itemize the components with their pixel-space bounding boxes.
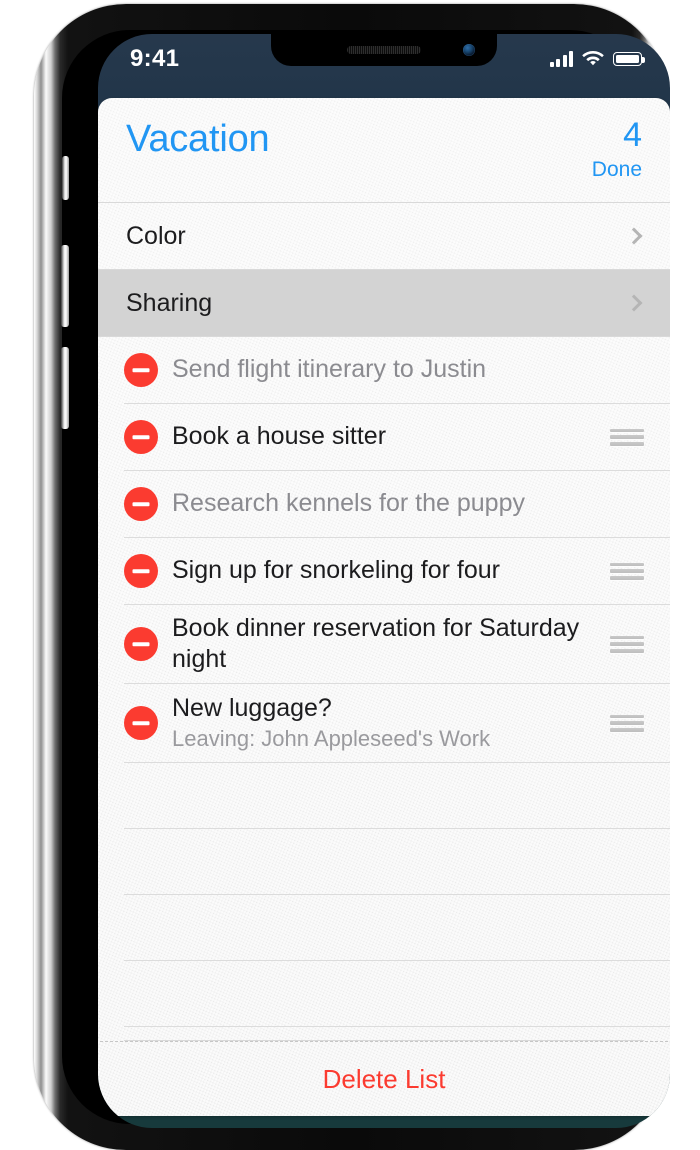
settings-row-color[interactable]: Color — [98, 203, 670, 269]
cellular-signal-icon — [549, 51, 573, 67]
delete-reminder-icon[interactable] — [124, 554, 158, 588]
reorder-handle-icon[interactable] — [610, 562, 644, 580]
list-header: Vacation 4 Done — [98, 98, 670, 202]
settings-rows: Color Sharing — [98, 203, 670, 337]
reminder-subtitle: Leaving: John Appleseed's Work — [172, 726, 491, 752]
reminder-count: 4 — [623, 116, 642, 154]
battery-icon — [613, 52, 645, 66]
front-camera-icon — [463, 44, 475, 56]
page-title: Vacation — [126, 118, 270, 160]
delete-reminder-icon[interactable] — [124, 627, 158, 661]
footer-area: Delete List — [98, 1040, 670, 1116]
blank-ruled-lines — [98, 763, 670, 1027]
reminder-text: Sign up for snorkeling for four — [172, 555, 610, 586]
chevron-right-icon — [625, 227, 643, 245]
phone-frame: 9:41 Vacation 4 Done Color Sharing Send … — [34, 4, 670, 1150]
reminder-title: New luggage? — [172, 694, 332, 723]
reminder-row[interactable]: Research kennels for the puppy — [98, 471, 670, 537]
delete-reminder-icon[interactable] — [124, 420, 158, 454]
settings-row-sharing[interactable]: Sharing — [98, 270, 670, 336]
speaker-grille-icon — [347, 46, 421, 54]
reminder-row[interactable]: Sign up for snorkeling for four — [98, 538, 670, 604]
delete-list-button[interactable]: Delete List — [98, 1042, 670, 1116]
reminder-separator — [124, 762, 670, 763]
blank-ruled-line — [124, 961, 670, 1027]
wifi-icon — [582, 51, 604, 66]
reminder-title: Sign up for snorkeling for four — [172, 556, 500, 585]
blank-ruled-line — [124, 763, 670, 829]
settings-row-label: Color — [126, 221, 186, 250]
volume-down-button[interactable] — [61, 347, 69, 429]
reorder-handle-icon[interactable] — [610, 428, 644, 446]
header-right: 4 Done — [592, 118, 642, 182]
reminder-text: Book a house sitter — [172, 421, 610, 452]
phone-screen: 9:41 Vacation 4 Done Color Sharing Send … — [98, 34, 670, 1128]
reminder-title: Book a house sitter — [172, 422, 387, 451]
reminder-text: Book dinner reservation for Saturday nig… — [172, 613, 610, 676]
reminder-title: Research kennels for the puppy — [172, 489, 525, 518]
status-icons — [549, 51, 645, 67]
reminders-card: Vacation 4 Done Color Sharing Send flight… — [98, 98, 670, 1116]
blank-ruled-line — [124, 829, 670, 895]
mute-switch-button[interactable] — [62, 156, 69, 200]
reminder-title: Book dinner reservation for Saturday nig… — [172, 613, 580, 673]
reminder-text: New luggage? Leaving: John Appleseed's Wo… — [172, 693, 610, 753]
delete-reminder-icon[interactable] — [124, 706, 158, 740]
reminders-list: Send flight itinerary to Justin Book a ho… — [98, 337, 670, 763]
notch — [271, 34, 497, 66]
reminder-row[interactable]: Book dinner reservation for Saturday nig… — [98, 605, 670, 683]
reminder-row[interactable]: Book a house sitter — [98, 404, 670, 470]
reminder-title: Send flight itinerary to Justin — [172, 355, 487, 384]
done-button[interactable]: Done — [592, 158, 642, 182]
reorder-handle-icon[interactable] — [610, 635, 644, 653]
delete-reminder-icon[interactable] — [124, 487, 158, 521]
volume-up-button[interactable] — [61, 245, 69, 327]
reorder-handle-icon[interactable] — [610, 714, 644, 732]
blank-ruled-line — [124, 895, 670, 961]
reminder-row[interactable]: Send flight itinerary to Justin — [98, 337, 670, 403]
reminder-text: Research kennels for the puppy — [172, 488, 644, 519]
reminder-text: Send flight itinerary to Justin — [172, 354, 644, 385]
settings-row-label: Sharing — [126, 288, 213, 317]
status-time: 9:41 — [130, 45, 180, 72]
delete-reminder-icon[interactable] — [124, 353, 158, 387]
chevron-right-icon — [625, 294, 643, 312]
reminder-row[interactable]: New luggage? Leaving: John Appleseed's Wo… — [98, 684, 670, 762]
